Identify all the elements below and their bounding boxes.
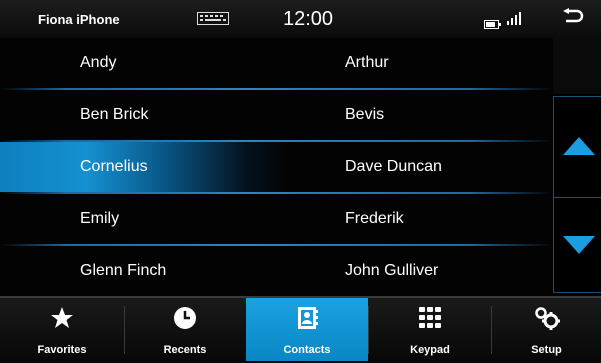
contact-item[interactable]: John Gulliver [290, 246, 553, 296]
tab-label: Recents [163, 344, 207, 356]
contact-item[interactable]: Frederik [290, 194, 553, 244]
clock: 12:00 [283, 8, 334, 30]
keypad-icon [418, 306, 442, 335]
contact-item[interactable]: Dave Duncan [290, 142, 553, 192]
device-name: Fiona iPhone [38, 12, 120, 27]
scroll-down-button[interactable] [553, 196, 601, 293]
list-row: Emily Frederik [0, 194, 553, 246]
contact-item-selected[interactable]: Cornelius [0, 142, 290, 192]
list-row: Ben Brick Bevis [0, 90, 553, 142]
tab-recents[interactable]: Recents [125, 298, 245, 361]
battery-icon [484, 16, 501, 29]
back-arrow-icon [563, 8, 584, 23]
scroll-column [553, 38, 601, 296]
scroll-up-button[interactable] [553, 96, 601, 198]
scroll-cap [553, 38, 601, 94]
contact-item[interactable]: Bevis [290, 90, 553, 140]
contact-item[interactable]: Andy [0, 38, 290, 88]
gears-icon [534, 306, 560, 335]
signal-icon [507, 12, 521, 25]
status-bar: Fiona iPhone 12:00 [0, 0, 601, 38]
bottom-tab-bar: Favorites Recents Contacts Keypad Setup [0, 296, 601, 363]
tab-keypad[interactable]: Keypad [369, 298, 491, 361]
contact-item[interactable]: Glenn Finch [0, 246, 290, 296]
contact-item[interactable]: Arthur [290, 38, 553, 88]
star-icon [50, 306, 74, 335]
arrow-down-icon [563, 236, 595, 254]
contact-item[interactable]: Emily [0, 194, 290, 244]
contacts-list: Andy Arthur Ben Brick Bevis Cornelius Da… [0, 38, 553, 296]
arrow-up-icon [563, 137, 595, 155]
clock-icon [173, 306, 197, 335]
tab-label: Setup [531, 344, 562, 356]
list-row: Cornelius Dave Duncan [0, 142, 553, 194]
tab-favorites[interactable]: Favorites [0, 298, 124, 361]
back-button[interactable] [562, 8, 584, 28]
contact-item[interactable]: Ben Brick [0, 90, 290, 140]
list-row: Glenn Finch John Gulliver [0, 246, 553, 298]
tab-label: Favorites [37, 344, 87, 356]
keyboard-icon [197, 12, 229, 25]
tab-contacts[interactable]: Contacts [246, 298, 368, 361]
tab-setup[interactable]: Setup [492, 298, 601, 361]
tab-label: Contacts [283, 344, 331, 356]
contact-book-icon [295, 306, 319, 335]
tab-label: Keypad [410, 344, 450, 356]
list-row: Andy Arthur [0, 38, 553, 90]
